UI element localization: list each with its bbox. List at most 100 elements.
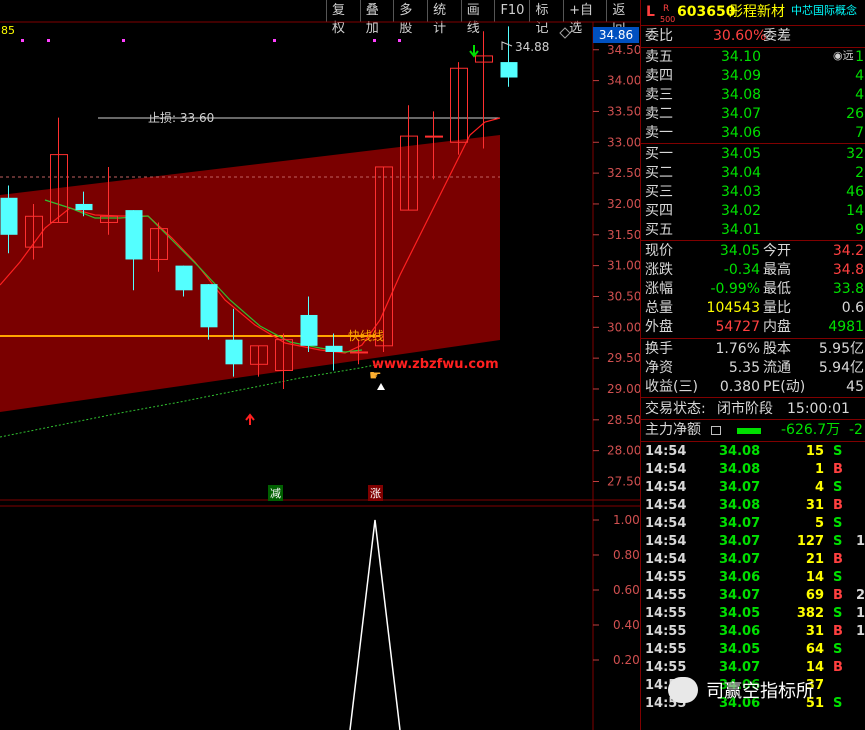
top-dot-markers [21, 39, 401, 42]
weibi-row: 委比 30.60% 委差 ◉远 [641, 27, 865, 62]
stock-concept[interactable]: 中芯国际概念 [791, 1, 857, 20]
sub-axis-label: 1.00 [613, 513, 640, 527]
tick-time: 14:54 [645, 516, 687, 531]
price-axis: 34.50 34.00 33.50 33.00 32.50 32.00 31.50 31.00… [593, 43, 640, 488]
sub-label-up: 涨 [368, 485, 383, 501]
stop-loss-label: 止损: 33.60 [148, 111, 215, 125]
tick-row: 14:54 34.07 127 S 1 [641, 533, 865, 551]
order-volume: 9 [855, 222, 864, 238]
buy-order-row: 买一 34.05 32 [641, 145, 865, 164]
high-marker-icon [501, 41, 513, 50]
tick-price: 34.06 [719, 570, 761, 585]
net-flow-bar [737, 428, 761, 434]
stat-label: 外盘 [645, 319, 673, 335]
tick-time: 14:55 [645, 570, 687, 585]
stat-value: 5.35 [728, 360, 760, 376]
stat-row: 涨跌 -0.34 最高 34.8 [641, 261, 865, 280]
order-price: 34.06 [721, 125, 762, 141]
order-price: 34.05 [721, 146, 762, 162]
candle [500, 26, 518, 87]
order-label: 买三 [645, 184, 673, 200]
sell-order-row: 卖五 34.10 1 [641, 48, 865, 67]
sub-axis-label: 0.80 [613, 548, 640, 562]
stat-label: 量比 [763, 300, 791, 316]
tick-time: 14:55 [645, 642, 687, 657]
tick-side: S [833, 534, 843, 549]
price-axis-label: 30.00 [607, 320, 640, 334]
hand-cursor-icon: ☛ [369, 368, 382, 384]
sub-axis-label: 0.60 [613, 583, 640, 597]
stock-code[interactable]: 603650 [677, 3, 735, 22]
tick-row: 14:54 34.08 1 B [641, 461, 865, 479]
tick-volume: 5 [814, 516, 824, 531]
sub-indicator-spike [349, 519, 401, 730]
tick-volume: 15 [805, 444, 824, 459]
order-price: 34.07 [721, 106, 762, 122]
high-price-label: 34.88 [515, 40, 550, 54]
tick-extra: 1 [856, 624, 865, 639]
stock-name[interactable]: 彤程新材 [729, 3, 785, 22]
order-volume: 46 [846, 184, 864, 200]
tick-side: S [833, 480, 843, 495]
sell-order-row: 卖四 34.09 4 [641, 67, 865, 86]
stat-label: 股本 [763, 341, 791, 357]
tick-volume: 4 [814, 480, 824, 495]
tick-row: 14:55 34.05 64 S [641, 641, 865, 659]
tick-price: 34.08 [719, 498, 761, 513]
tick-price: 34.07 [719, 534, 761, 549]
order-label: 卖一 [645, 125, 673, 141]
list-icon[interactable] [711, 426, 721, 435]
order-label: 卖四 [645, 68, 673, 84]
stat-label: 收益(三) [645, 379, 698, 395]
current-price-tag: 34.86 [593, 27, 639, 43]
tick-row: 14:55 34.07 69 B 2 [641, 587, 865, 605]
tick-time: 14:54 [645, 552, 687, 567]
price-axis-label: 31.00 [607, 259, 640, 273]
tick-price: 34.05 [719, 642, 761, 657]
order-label: 卖二 [645, 106, 673, 122]
candle [475, 31, 493, 149]
stat-value: 34.8 [832, 262, 864, 278]
tick-side: B [833, 462, 843, 477]
stat-value: 1.76% [715, 341, 760, 357]
tick-price: 34.08 [719, 444, 761, 459]
chart-svg: 34.50 34.00 33.50 33.00 32.50 32.00 31.50 31.00… [0, 21, 640, 730]
stat-row: 外盘 54727 内盘 4981 [641, 318, 865, 337]
order-volume: 32 [846, 146, 864, 162]
stat-label: 最低 [763, 281, 791, 297]
order-volume: 4 [855, 68, 864, 84]
buy-order-row: 买二 34.04 2 [641, 164, 865, 183]
stat-row: 总量 104543 量比 0.6 [641, 299, 865, 318]
tick-price: 34.07 [719, 588, 761, 603]
watermark-url: www.zbzfwu.com [372, 357, 499, 372]
tick-side: B [833, 588, 843, 603]
order-volume: 26 [846, 106, 864, 122]
stat-value: 104543 [706, 300, 760, 316]
price-axis-label: 32.50 [607, 166, 640, 180]
order-volume: 4 [855, 87, 864, 103]
sell-order-row: 卖三 34.08 4 [641, 86, 865, 105]
wechat-account: 司赢空指标所 [668, 672, 863, 708]
tick-row: 14:54 34.07 4 S [641, 479, 865, 497]
stat-label: 现价 [645, 243, 673, 259]
order-price: 34.08 [721, 87, 762, 103]
tick-volume: 382 [796, 606, 824, 621]
diamond-icon [559, 27, 571, 39]
buy-order-row: 买五 34.01 9 [641, 221, 865, 240]
stat-label: 总量 [645, 300, 673, 316]
price-axis-label: 29.00 [607, 382, 640, 396]
tick-volume: 31 [805, 498, 824, 513]
tick-time: 14:54 [645, 444, 687, 459]
price-axis-label: 34.00 [607, 74, 640, 88]
order-label: 买五 [645, 222, 673, 238]
kline-chart-area[interactable]: 复权 叠加 多股 统计 画线 F10 标记 +自选 返回 34.5034.003… [0, 0, 640, 730]
stat-row: 净资 5.35 流通 5.94亿 [641, 359, 865, 378]
stat-value: 0.6 [841, 300, 864, 316]
price-axis-label: 29.50 [607, 351, 640, 365]
tick-price: 34.07 [719, 516, 761, 531]
tick-volume: 14 [805, 570, 824, 585]
order-label: 卖五 [645, 49, 673, 65]
tick-row: 14:54 34.07 21 B [641, 551, 865, 569]
stat-label: 涨幅 [645, 281, 673, 297]
stat-label: 净资 [645, 360, 673, 376]
